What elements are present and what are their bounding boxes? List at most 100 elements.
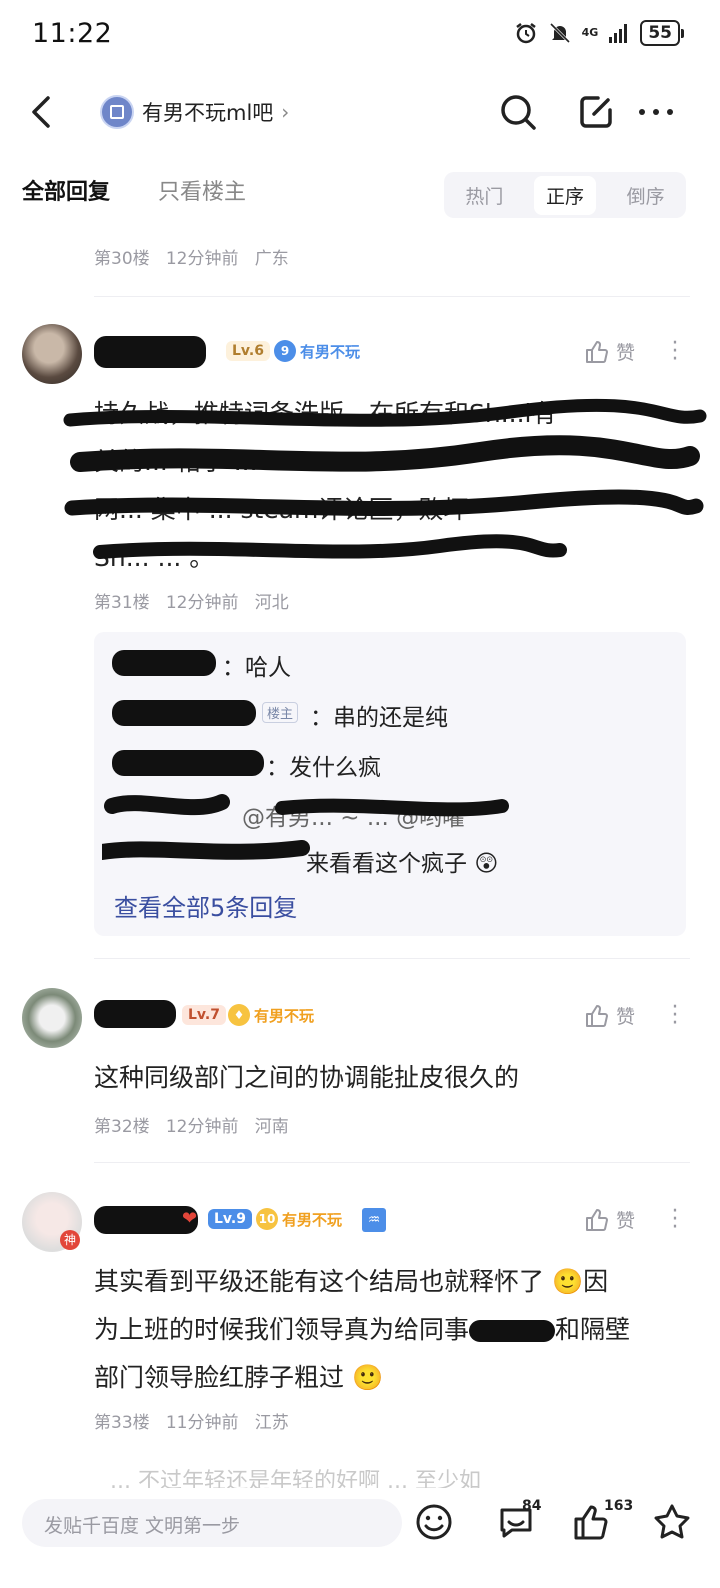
fan-badge-label: 有男不玩	[254, 1006, 315, 1025]
forum-name: 有男不玩ml吧	[142, 101, 274, 125]
post-region: 河南	[254, 1117, 289, 1137]
post-region: 河北	[254, 593, 289, 613]
post-content: 其实看到平级还能有这个结局也就释怀了 🙂因 为上班的时候我们领导真为给同事 和隔壁…	[94, 1258, 694, 1402]
divider	[94, 1162, 690, 1163]
sort-switcher: 热门 正序 倒序	[444, 172, 686, 218]
floor-meta: 第30楼 12分钟前 广东	[94, 244, 289, 269]
tab-all-replies[interactable]: 全部回复	[22, 174, 110, 206]
divider	[94, 296, 690, 297]
thumbs-up-icon	[586, 1208, 608, 1231]
status-time: 11:22	[32, 18, 113, 49]
like-button[interactable]: 赞	[584, 1206, 635, 1233]
alarm-icon	[515, 23, 536, 44]
reply-input[interactable]: 发贴千百度 文明第一步	[22, 1499, 402, 1547]
smile-emoji-icon: 🙂	[551, 1267, 584, 1296]
like-label: 赞	[616, 1006, 636, 1028]
aquarius-icon: ♒	[362, 1208, 386, 1232]
reply-item: 来看看这个疯子 😲	[306, 844, 498, 878]
emoji-icon[interactable]	[414, 1502, 454, 1542]
post-time: 12分钟前	[165, 593, 239, 613]
avatar[interactable]	[22, 988, 82, 1048]
fan-badge: ♦ 有男不玩	[228, 1004, 314, 1026]
status-icons: 4G 55	[514, 20, 684, 46]
floor-meta: 第33楼 11分钟前 江苏	[94, 1408, 289, 1433]
like-button[interactable]: 赞	[584, 1002, 635, 1029]
redacted-username	[94, 1000, 176, 1028]
heart-icon: ❤	[182, 1208, 198, 1229]
post-line: 部门领导脸红脖子粗过 🙂	[94, 1363, 384, 1392]
battery-indicator: 55	[640, 20, 684, 46]
redaction-scribble	[63, 398, 707, 559]
fan-badge-label: 有男不玩	[300, 342, 361, 361]
reply-text: 发什么疯	[289, 755, 381, 781]
reply-input-placeholder: 发贴千百度 文明第一步	[44, 1515, 241, 1537]
star-icon[interactable]	[652, 1502, 692, 1542]
level-badge: Lv.9	[208, 1209, 252, 1229]
floor-number: 第33楼	[94, 1413, 150, 1433]
reply-item: ：发什么疯	[266, 755, 381, 781]
thumbs-up-icon	[586, 340, 608, 363]
like-label: 赞	[616, 342, 636, 364]
post-time: 12分钟前	[165, 249, 239, 269]
like-count: 163	[604, 1498, 634, 1514]
redacted-username	[112, 650, 216, 676]
reply-text: 哈人	[245, 655, 291, 681]
reply-item: ：哈人	[222, 655, 291, 681]
fan-badge: 9 有男不玩	[274, 340, 360, 362]
redacted-username	[94, 336, 206, 368]
forum-title-button[interactable]: 有男不玩ml吧 ›	[90, 88, 299, 136]
redacted-username	[112, 700, 256, 726]
floor-number: 第31楼	[94, 593, 150, 613]
like-label: 赞	[616, 1210, 636, 1232]
like-button[interactable]: 赞	[584, 338, 635, 365]
post-line: 为上班的时候我们领导真为给同事 和隔壁	[94, 1315, 631, 1344]
redacted-username	[112, 750, 264, 776]
thumbs-up-icon	[586, 1004, 608, 1027]
avatar[interactable]	[22, 324, 82, 384]
post-more-icon[interactable]: · · ·	[670, 1201, 680, 1239]
divider	[94, 958, 690, 959]
compose-icon[interactable]	[576, 92, 616, 132]
post-region: 江苏	[254, 1413, 289, 1433]
post-more-icon[interactable]: · · ·	[670, 333, 680, 371]
see-all-replies-link[interactable]: 查看全部5条回复	[114, 888, 297, 923]
post-time: 12分钟前	[165, 1117, 239, 1137]
sort-asc[interactable]: 正序	[533, 175, 596, 215]
signal-icon	[609, 24, 628, 43]
post-line: 这种同级部门之间的协调能扯皮很久的	[94, 1063, 520, 1092]
mute-bell-icon	[549, 22, 570, 44]
post-region: 广东	[254, 249, 289, 269]
level-badge: Lv.6	[226, 341, 270, 361]
post-time: 11分钟前	[165, 1413, 239, 1433]
op-tag: 楼主	[262, 702, 299, 723]
forum-logo-icon	[100, 95, 134, 129]
surprised-emoji-icon: 😲	[474, 851, 499, 877]
floor-number: 第30楼	[94, 249, 150, 269]
search-icon[interactable]	[498, 92, 538, 132]
fan-level-icon: 9	[274, 340, 296, 362]
network-type: 4G	[581, 26, 599, 39]
fan-badge-label: 有男不玩	[282, 1210, 343, 1229]
reply-preview-box[interactable]: ：哈人 楼主 ：串的还是纯 ：发什么疯 @有男... ~ ... @哟嚯 来看看…	[94, 632, 686, 936]
avatar-badge: 神	[60, 1230, 80, 1250]
fan-level-icon: 10	[256, 1208, 278, 1230]
fan-badge: 10 有男不玩	[256, 1208, 342, 1230]
comment-count: 84	[522, 1498, 542, 1514]
reply-text: 来看看这个疯子	[306, 851, 467, 877]
redacted-name	[469, 1320, 556, 1342]
floor-number: 第32楼	[94, 1117, 150, 1137]
level-badge: Lv.7	[182, 1005, 226, 1025]
sort-desc[interactable]: 倒序	[615, 176, 677, 215]
post-line: 其实看到平级还能有这个结局也就释怀了 🙂因	[94, 1267, 609, 1296]
back-icon[interactable]	[26, 92, 60, 132]
more-icon[interactable]	[636, 92, 676, 132]
reply-text: 串的还是纯	[333, 705, 448, 731]
post-more-icon[interactable]: · · ·	[670, 997, 680, 1035]
reply-item: ：串的还是纯	[310, 705, 448, 731]
tab-op-only[interactable]: 只看楼主	[158, 174, 246, 206]
floor-meta: 第31楼 12分钟前 河北	[94, 588, 289, 613]
fan-level-icon: ♦	[228, 1004, 250, 1026]
floor-meta: 第32楼 12分钟前 河南	[94, 1112, 289, 1137]
sort-hot[interactable]: 热门	[453, 176, 515, 215]
chevron-right-icon: ›	[281, 100, 290, 124]
